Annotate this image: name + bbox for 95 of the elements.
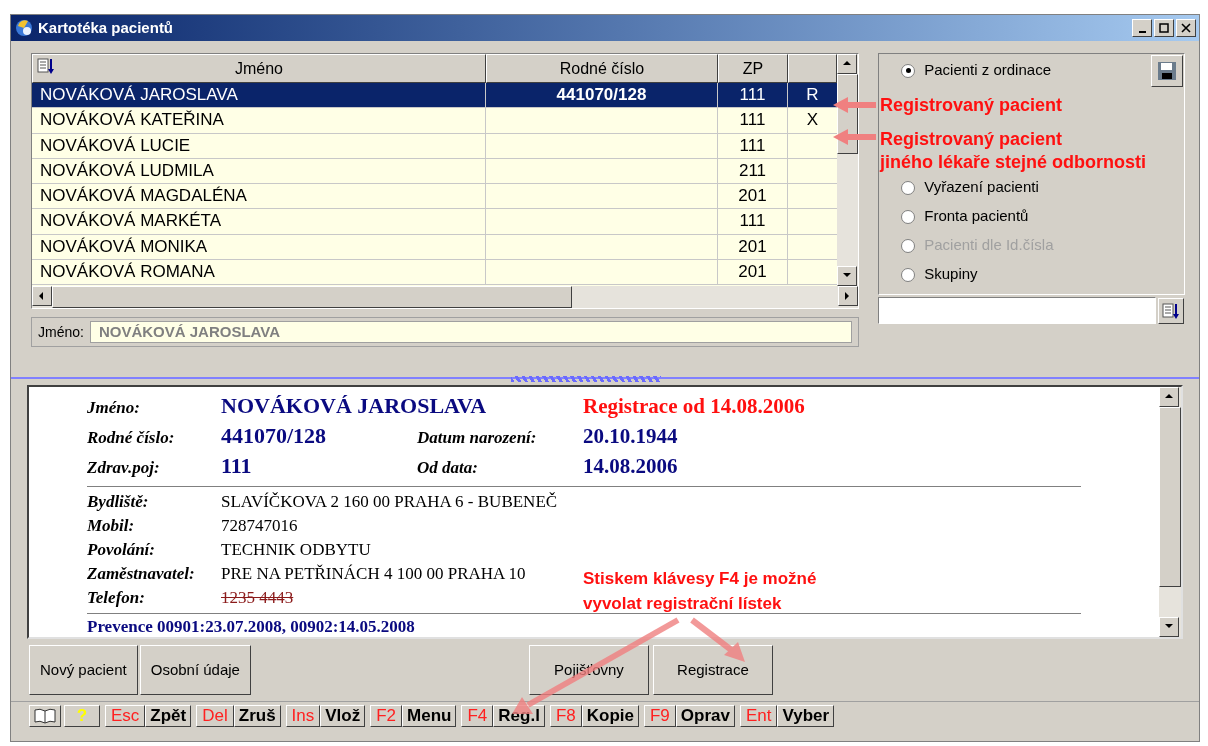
action-button[interactable]: Pojišťovny	[528, 645, 649, 695]
column-header[interactable]: Rodné číslo	[486, 54, 718, 83]
detail-label: Mobil:	[87, 515, 136, 537]
minimize-button[interactable]	[1132, 19, 1152, 37]
scroll-up-button[interactable]	[1159, 387, 1179, 407]
app-icon	[14, 18, 34, 38]
detail-label: Zaměstnavatel:	[87, 563, 196, 585]
detail-value: 111	[221, 452, 253, 480]
action-button[interactable]: Nový pacient	[29, 645, 138, 695]
detail-value: 20.10.1944	[583, 423, 679, 450]
detail-value: 1235 4443	[221, 587, 294, 609]
scroll-down-button[interactable]	[1159, 617, 1179, 637]
detail-label: Bydliště:	[87, 491, 150, 513]
shortcut-label[interactable]: Zpět	[145, 704, 192, 727]
arrow	[833, 129, 876, 145]
registration-date: Registrace od 14.08.2006	[583, 393, 806, 420]
maximize-button[interactable]	[1154, 19, 1174, 37]
scroll-right-button[interactable]	[838, 286, 858, 306]
detail-label: Jméno:	[87, 397, 141, 419]
splitter-handle[interactable]	[511, 376, 661, 382]
detail-value: TECHNIK ODBYTU	[221, 539, 371, 561]
table-row[interactable]: NOVÁKOVÁ LUCIE 111	[32, 133, 837, 159]
radio-option[interactable]: Fronta pacientů	[901, 202, 1184, 231]
filter-field[interactable]	[878, 297, 1157, 324]
column-header[interactable]: Jméno	[32, 54, 486, 83]
table-cell: 111	[718, 108, 788, 134]
detail-value: 728747016	[221, 515, 298, 537]
close-button[interactable]	[1176, 19, 1196, 37]
detail-value: SLAVÍČKOVA 2 160 00 PRAHA 6 - BUBENEČ	[221, 491, 558, 513]
table-row[interactable]: NOVÁKOVÁ MAGDALÉNA 201	[32, 184, 837, 210]
table-row[interactable]: NOVÁKOVÁ MARKÉTA 111	[32, 209, 837, 235]
field-label: Jméno:	[38, 322, 84, 342]
shortcut-label[interactable]: Menu	[402, 704, 457, 727]
table-cell: 201	[718, 260, 788, 286]
column-header[interactable]	[788, 54, 837, 83]
radio-option[interactable]: Pacienti z ordinace	[901, 56, 1184, 85]
maximize-icon	[1159, 23, 1169, 33]
column-header[interactable]: ZP	[718, 54, 788, 83]
detail-label: Povolání:	[87, 539, 156, 561]
table-cell: 201	[718, 184, 788, 210]
detail-value: PRE NA PETŘINÁCH 4 100 00 PRAHA 10	[221, 563, 526, 585]
table-cell: 111	[718, 83, 788, 109]
name-field[interactable]: NOVÁKOVÁ JAROSLAVA	[89, 321, 852, 343]
table-cell: 201	[718, 234, 788, 261]
table-cell: 111	[718, 133, 788, 159]
minimize-icon	[1138, 31, 1146, 33]
table-cell: NOVÁKOVÁ JAROSLAVA	[32, 83, 486, 109]
radio-option[interactable]: Vyřazení pacienti	[901, 173, 1184, 202]
scroll-thumb[interactable]	[1159, 407, 1181, 587]
shortcut-label[interactable]: Vlož	[320, 704, 366, 727]
table-cell: 211	[718, 158, 788, 185]
close-icon	[1181, 23, 1191, 33]
radio-option[interactable]: Skupiny	[901, 260, 1184, 289]
scroll-up-button[interactable]	[837, 54, 857, 74]
patient-name: NOVÁKOVÁ JAROSLAVA	[221, 392, 488, 420]
action-button[interactable]: Osobní údaje	[139, 645, 251, 695]
table-cell: 111	[718, 209, 788, 235]
table-cell: NOVÁKOVÁ MAGDALÉNA	[32, 184, 486, 210]
table-cell: NOVÁKOVÁ MONIKA	[32, 234, 486, 261]
scroll-down-button[interactable]	[837, 266, 857, 286]
detail-value: 441070/128	[221, 422, 328, 450]
sort-icon[interactable]	[37, 57, 55, 75]
table-row[interactable]: NOVÁKOVÁ MONIKA 201	[32, 234, 837, 261]
shortcut-label[interactable]: Oprav	[675, 704, 735, 727]
detail-label: Telefon:	[87, 587, 146, 609]
action-button[interactable]: Registrace	[652, 645, 773, 695]
shortcut-label[interactable]: Zruš	[233, 704, 281, 727]
table-row[interactable]: NOVÁKOVÁ ROMANA 201	[32, 260, 837, 286]
detail-value: 14.08.2006	[583, 453, 679, 480]
window-title: Kartotéka pacientů	[38, 17, 174, 38]
table-cell: 441070/128	[486, 83, 718, 109]
table-row[interactable]: NOVÁKOVÁ JAROSLAVA 441070/128 111 R	[32, 83, 837, 109]
shortcut-label[interactable]: Vyber	[777, 704, 835, 727]
table-cell: NOVÁKOVÁ LUCIE	[32, 133, 486, 159]
book-icon	[33, 707, 57, 724]
arrow	[833, 97, 876, 113]
table-row[interactable]: NOVÁKOVÁ KATEŘINA 111 X	[32, 108, 837, 134]
detail-label: Od data:	[417, 457, 479, 479]
save-button[interactable]	[1151, 55, 1183, 87]
table-cell: NOVÁKOVÁ ROMANA	[32, 260, 486, 286]
table-cell: NOVÁKOVÁ KATEŘINA	[32, 108, 486, 134]
scroll-thumb[interactable]	[52, 286, 572, 308]
table-cell: NOVÁKOVÁ LUDMILA	[32, 158, 486, 185]
table-row[interactable]: NOVÁKOVÁ LUDMILA 211	[32, 158, 837, 185]
detail-label: Zdrav.poj:	[87, 457, 161, 479]
annotation: Registrovaný pacient	[880, 94, 1063, 117]
annotation: Stiskem klávesy F4 je možné vyvolat registrační lístek	[583, 568, 817, 615]
prevention-info: Prevence 00901:23.07.2008, 00902:14.05.2008	[87, 617, 415, 636]
scroll-left-button[interactable]	[32, 286, 52, 306]
detail-label: Rodné číslo:	[87, 427, 176, 449]
shortcut-label[interactable]: Kopie	[581, 704, 639, 727]
manual-button[interactable]	[29, 704, 61, 727]
arrow	[690, 617, 745, 662]
table-cell: NOVÁKOVÁ MARKÉTA	[32, 209, 486, 235]
detail-label: Datum narození:	[417, 427, 538, 449]
